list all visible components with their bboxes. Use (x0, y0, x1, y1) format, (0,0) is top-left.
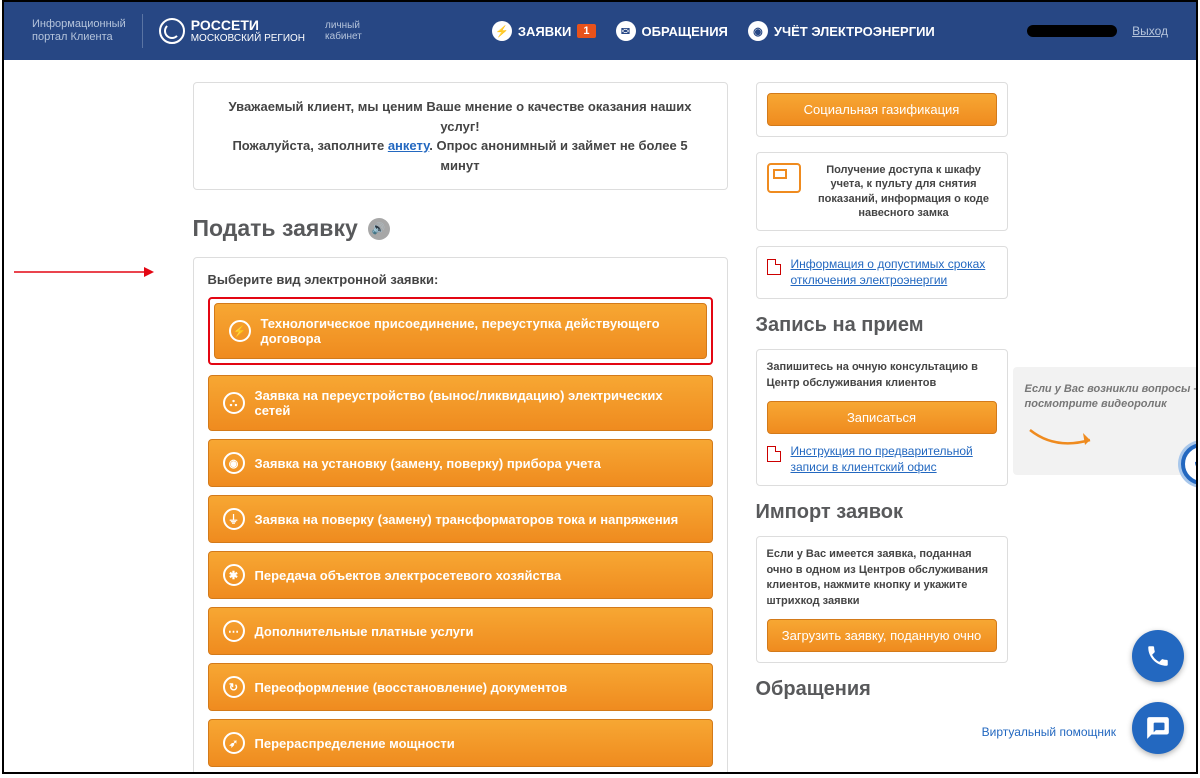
request-type-label: Выберите вид электронной заявки: (208, 272, 713, 287)
phone-float-button[interactable] (1132, 630, 1184, 682)
refresh-icon: ↻ (223, 676, 245, 698)
request-type-box: Выберите вид электронной заявки: ⚡ Техно… (193, 257, 728, 772)
outage-info-link[interactable]: Информация о допустимых сроках отключени… (791, 257, 997, 288)
meter-icon: ◉ (223, 452, 245, 474)
personal-cabinet-label: личный кабинет (325, 20, 362, 42)
cabinet-icon (767, 163, 801, 193)
chat-float-button[interactable] (1132, 702, 1184, 754)
bolt-icon: ⚡ (229, 320, 251, 342)
requests-badge: 1 (577, 24, 595, 38)
brand-logo[interactable]: РОССЕТИ МОСКОВСКИЙ РЕГИОН (159, 18, 305, 44)
tower-icon: ⛬ (223, 392, 245, 414)
nav-requests[interactable]: ⚡ ЗАЯВКИ 1 (492, 21, 596, 41)
brand-region: МОСКОВСКИЙ РЕГИОН (191, 33, 305, 44)
curved-arrow-icon (1025, 425, 1105, 455)
gasification-card: Социальная газификация (756, 82, 1008, 137)
request-type-tech-connection[interactable]: ⚡ Технологическое присоединение, переуст… (214, 303, 707, 359)
speaker-icon[interactable]: 🔊 (368, 218, 390, 240)
bolt-icon: ⚡ (492, 21, 512, 41)
appointment-card: Запишитесь на очную консультацию в Центр… (756, 349, 1008, 486)
highlight-arrow (14, 262, 154, 282)
highlighted-option: ⚡ Технологическое присоединение, переуст… (208, 297, 713, 365)
top-header: Информационный портал Клиента РОССЕТИ МО… (4, 2, 1196, 60)
info-portal-label: Информационный портал Клиента (32, 18, 126, 44)
video-assistant-box: Если у Вас возникли вопросы – посмотрите… (1013, 367, 1197, 475)
gasification-button[interactable]: Социальная газификация (767, 93, 997, 126)
plug-icon: ⏚ (223, 508, 245, 530)
pdf-icon (767, 446, 781, 462)
outage-info-card: Информация о допустимых сроках отключени… (756, 246, 1008, 299)
pdf-icon (767, 259, 781, 275)
survey-link[interactable]: анкету (388, 138, 429, 153)
import-title: Импорт заявок (756, 501, 1008, 524)
meter-icon: ◉ (748, 21, 768, 41)
brand-name: РОССЕТИ (191, 18, 305, 33)
user-name-redacted (1027, 25, 1117, 37)
compass-icon: ➶ (223, 732, 245, 754)
request-type-redistribute[interactable]: ➶ Перераспределение мощности (208, 719, 713, 767)
play-video-button[interactable] (1181, 443, 1197, 485)
nav-metering[interactable]: ◉ УЧЁТ ЭЛЕКТРОЭНЕРГИИ (748, 21, 935, 41)
appointment-button[interactable]: Записаться (767, 401, 997, 434)
logo-icon (159, 18, 185, 44)
dots-icon: ⋯ (223, 620, 245, 642)
request-type-reconstruction[interactable]: ⛬ Заявка на переустройство (вынос/ликвид… (208, 375, 713, 431)
mail-icon: ✉ (616, 21, 636, 41)
request-type-transfer[interactable]: ✱ Передача объектов электросетевого хозя… (208, 551, 713, 599)
appointment-instruction-link[interactable]: Инструкция по предварительной записи в к… (791, 444, 997, 475)
import-card: Если у Вас имеется заявка, поданная очно… (756, 536, 1008, 663)
logout-link[interactable]: Выход (1132, 24, 1168, 38)
appeals-title: Обращения (756, 678, 1008, 701)
transfer-icon: ✱ (223, 564, 245, 586)
request-type-meter-install[interactable]: ◉ Заявка на установку (замену, поверку) … (208, 439, 713, 487)
virtual-assistant-label: Виртуальный помощник (982, 725, 1116, 739)
submit-section-title: Подать заявку 🔊 (193, 215, 728, 242)
request-type-reissue[interactable]: ↻ Переоформление (восстановление) докуме… (208, 663, 713, 711)
cabinet-access-card[interactable]: Получение доступа к шкафу учета, к пульт… (756, 152, 1008, 231)
request-type-transformer-check[interactable]: ⏚ Заявка на поверку (замену) трансформат… (208, 495, 713, 543)
survey-banner: Уважаемый клиент, мы ценим Ваше мнение о… (193, 82, 728, 190)
nav-appeals[interactable]: ✉ ОБРАЩЕНИЯ (616, 21, 728, 41)
import-button[interactable]: Загрузить заявку, поданную очно (767, 619, 997, 652)
appointment-title: Запись на прием (756, 314, 1008, 337)
request-type-paid-services[interactable]: ⋯ Дополнительные платные услуги (208, 607, 713, 655)
header-divider (142, 14, 143, 48)
